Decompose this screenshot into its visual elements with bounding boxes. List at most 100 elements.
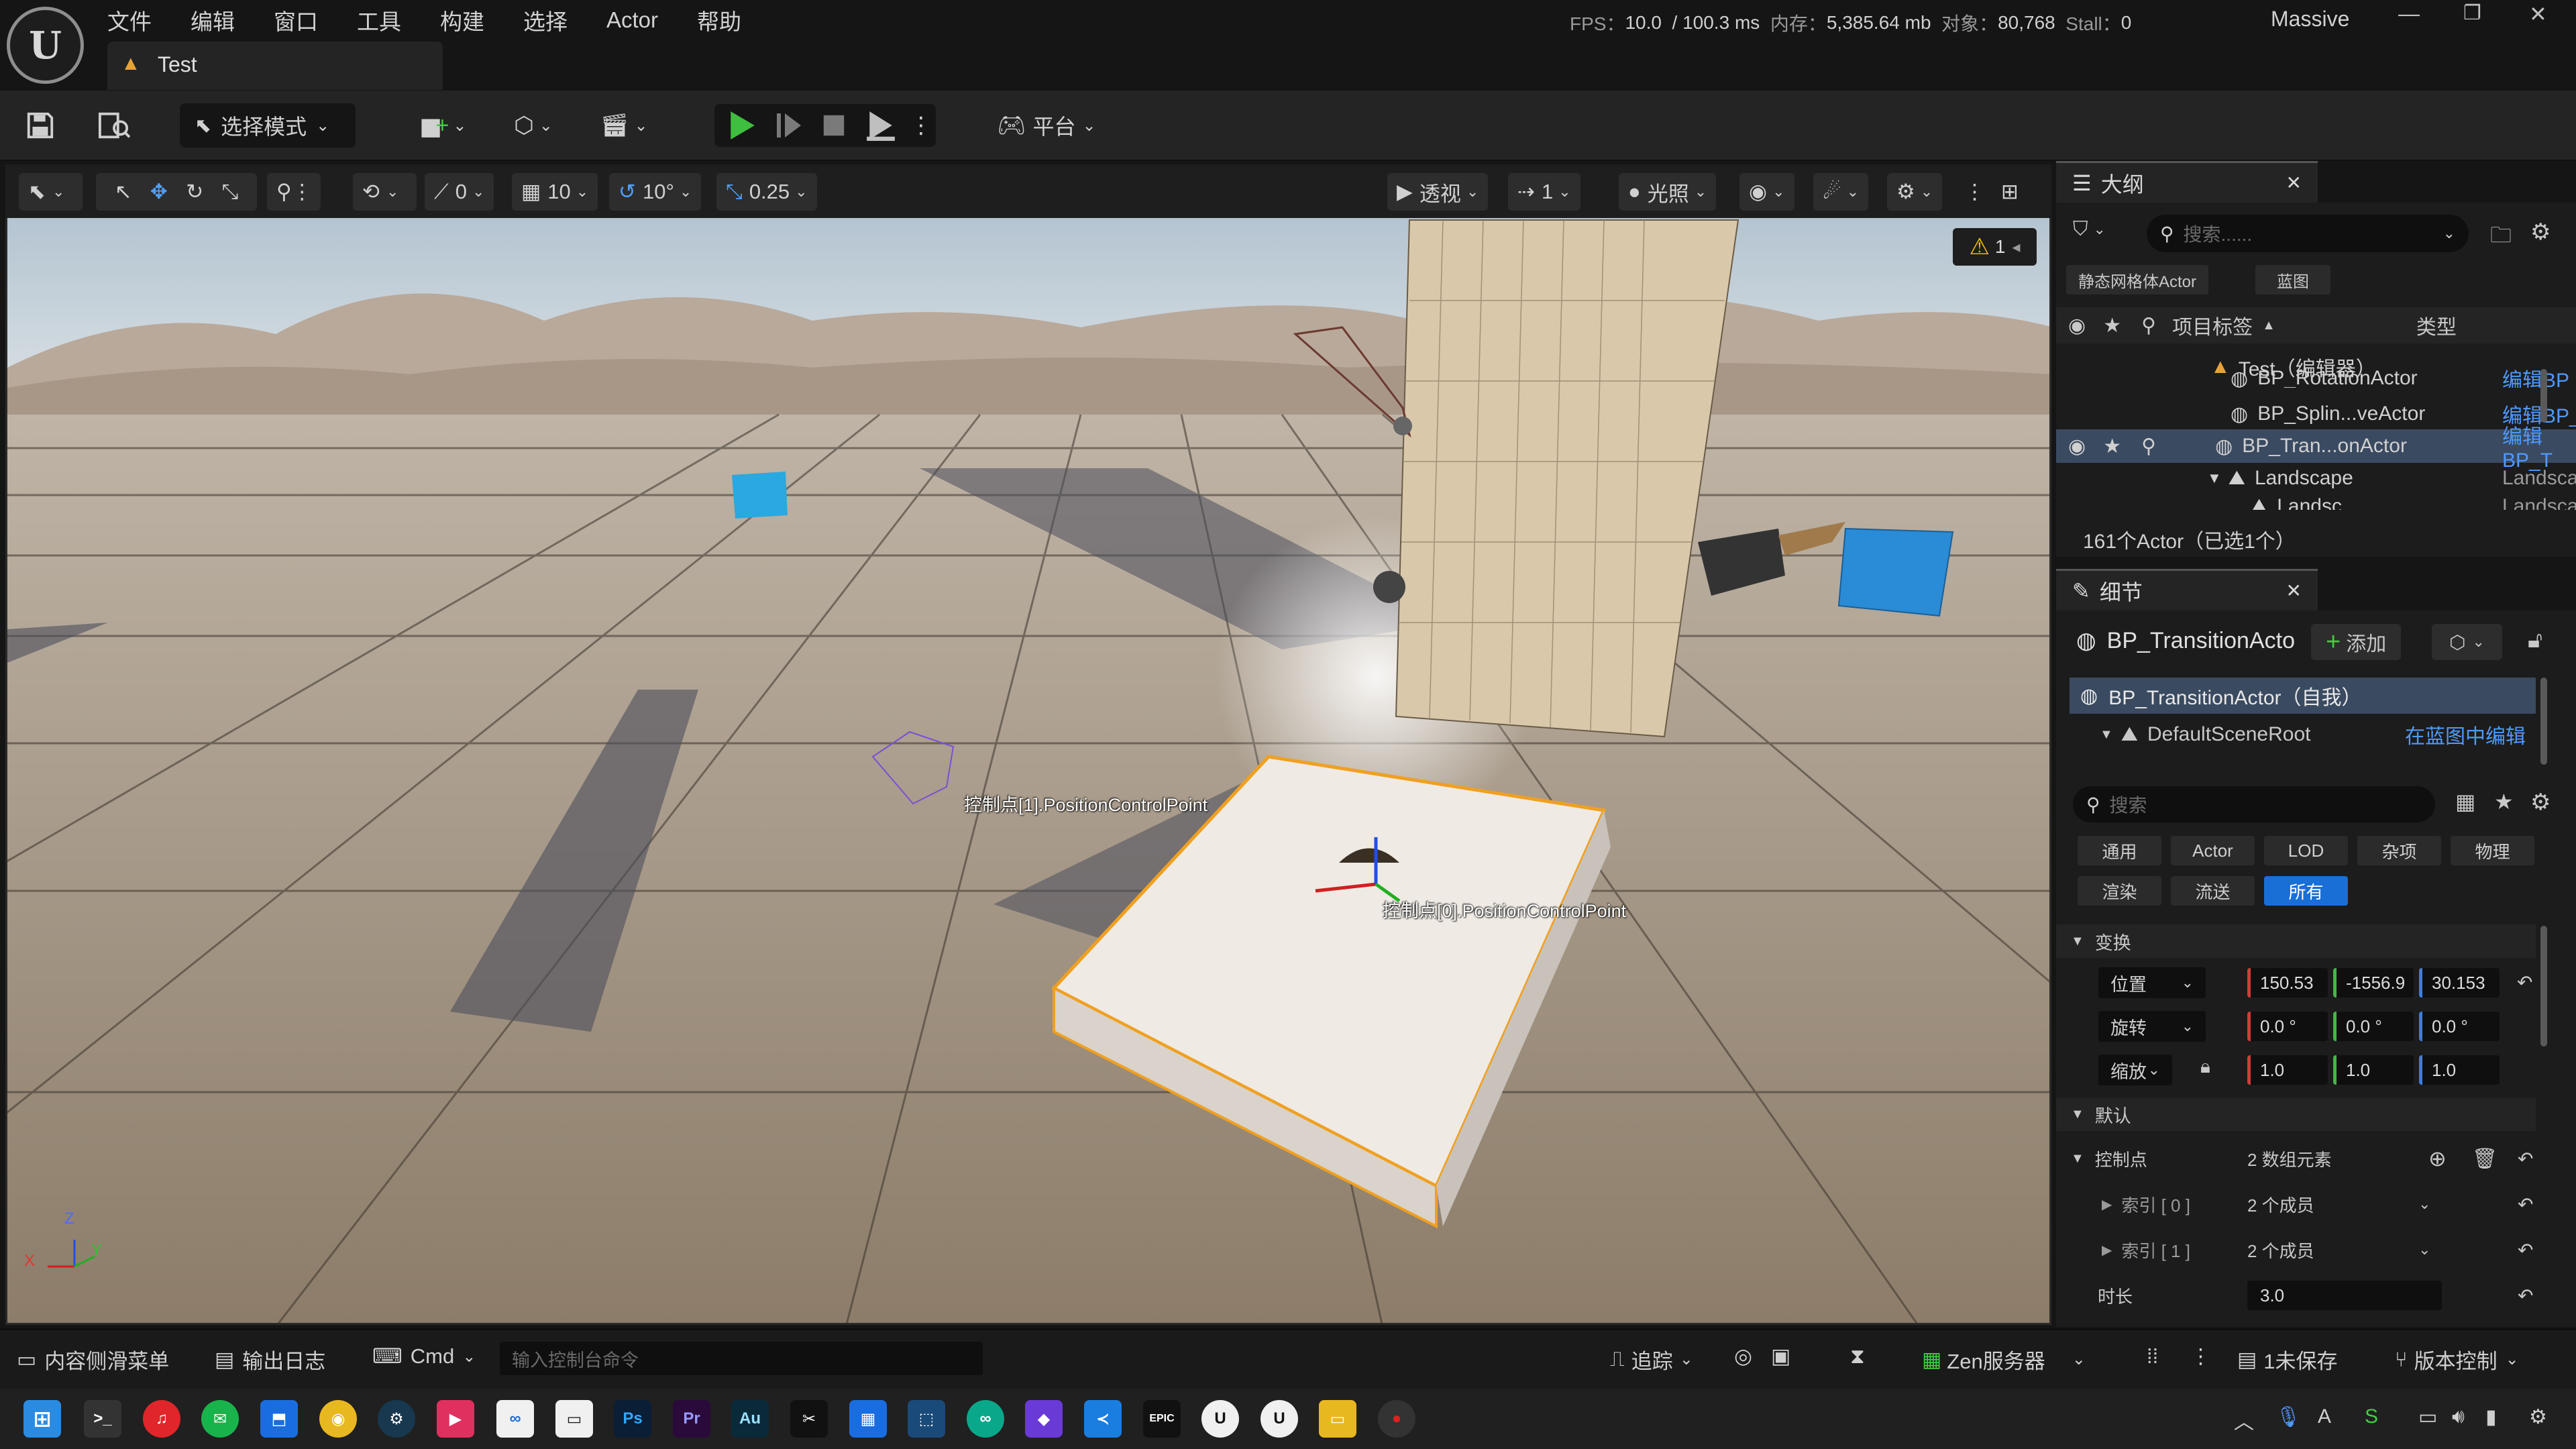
menu-build[interactable]: 构建 [440,4,484,36]
network-icon[interactable]: ▭ [2418,1405,2437,1429]
menu-help[interactable]: 帮助 [697,4,741,36]
category-physics[interactable]: 物理 [2451,836,2534,865]
performance-button[interactable]: ☄ ⌄ [1813,173,1869,211]
photoshop-icon[interactable]: Ps [614,1400,651,1438]
add-element-icon[interactable]: ⊕ [2428,1146,2447,1171]
scene-render[interactable] [7,166,2051,1325]
menu-select[interactable]: 选择 [523,4,568,36]
browse-icon[interactable] [91,104,138,147]
outliner-scrollbar[interactable] [2540,369,2547,423]
app-blue-icon[interactable]: ⬒ [260,1400,298,1438]
column-label-header[interactable]: 项目标签 [2172,311,2253,340]
table-view-icon[interactable]: ▦ [2455,789,2475,814]
rotation-y-field[interactable]: 0.0 ° [2333,1012,2414,1041]
unreal-logo-icon[interactable]: U [7,7,84,84]
close-icon[interactable]: ✕ [2286,580,2302,602]
output-log-button[interactable]: ▤ 输出日志 [215,1344,325,1375]
cmd-selector[interactable]: ⌨ Cmd ⌄ [372,1344,476,1368]
scale-z-field[interactable]: 1.0 [2419,1055,2500,1085]
gear-icon[interactable]: ⚙ [2530,219,2551,246]
pin-icon[interactable]: ⚲ [2141,435,2156,458]
capcut-icon[interactable]: ✂ [790,1400,828,1438]
lock-icon[interactable]: 🔓︎ [2528,627,2542,653]
more-icon[interactable]: ⋮ [292,180,313,204]
tray-chevron-up-icon[interactable]: ︿ [2234,1405,2254,1435]
outliner-row-rotation[interactable]: ◍ BP_RotationActor 编辑BP_R [2231,369,2576,388]
tray-app-icon[interactable]: S [2365,1405,2378,1428]
app-pink-icon[interactable]: ▶ [437,1400,474,1438]
eject-icon[interactable] [865,110,896,141]
advance-frame-icon[interactable] [775,110,802,141]
filter-chip-blueprint[interactable]: 蓝图 [2255,265,2330,294]
pin-column-icon[interactable]: ★ [2103,435,2121,458]
category-lod[interactable]: LOD [2264,836,2348,865]
source-icon[interactable]: ⁞⁞ [2147,1344,2158,1368]
collapse-icon[interactable]: ▶ [2102,1242,2112,1258]
visual-studio-icon[interactable]: ◆ [1025,1400,1063,1438]
rotation-x-field[interactable]: 0.0 ° [2247,1012,2328,1041]
add-component-button[interactable]: + 添加 [2311,624,2402,660]
collapse-icon[interactable]: ▶ [2102,1196,2112,1213]
audition-icon[interactable]: Au [731,1400,769,1438]
reset-icon[interactable]: ↶ [2518,1239,2533,1261]
netease-music-icon[interactable]: ♫ [143,1400,180,1438]
content-drawer-button[interactable]: ▭ 内容侧滑菜单 [17,1344,169,1375]
rotate-tool-icon[interactable]: ↻ [186,180,203,204]
location-z-field[interactable]: 30.153 [2419,968,2500,998]
outliner-tab[interactable]: ☰ 大纲 ✕ [2056,161,2318,203]
outliner-row-transition[interactable]: ◉ ★ ⚲ ◍ BP_Tran...onActor 编辑BP_T [2056,426,2576,472]
section-transform[interactable]: ▼ 变换 [2056,924,2536,958]
chrome-icon[interactable]: ◉ [319,1400,357,1438]
record-app-icon[interactable]: ● [1378,1400,1415,1438]
outliner-filter-button[interactable]: ⛉ ⌄ [2073,218,2106,241]
level-viewport[interactable]: 控制点[1].PositionControlPoint 控制点[0].Posit… [5,164,2051,1325]
lighting-mode-button[interactable]: ● 光照 ⌄ [1619,173,1717,211]
unreal-app-icon[interactable]: U [1201,1400,1239,1438]
more-icon[interactable]: ⋮ [910,112,932,139]
meta-icon[interactable]: ∞ [496,1400,534,1438]
view-mode-button[interactable]: ▶ 透视 ⌄ [1387,173,1489,211]
column-type-header[interactable]: 类型 [2416,311,2457,340]
menu-edit[interactable]: 编辑 [191,4,235,36]
map-app-icon[interactable]: ⬚ [908,1400,945,1438]
close-icon[interactable]: ✕ [2286,172,2302,194]
rotation-z-field[interactable]: 0.0 ° [2419,1012,2500,1041]
reset-icon[interactable]: ↶ [2518,1148,2533,1170]
save-icon[interactable] [20,104,60,147]
menu-window[interactable]: 窗口 [274,4,318,36]
location-x-field[interactable]: 150.53 [2247,968,2328,998]
show-flags-button[interactable]: ◉ ⌄ [1739,173,1794,211]
source-control-button[interactable]: ⑂ 版本控制 ⌄ [2395,1344,2519,1375]
category-misc[interactable]: 杂项 [2357,836,2441,865]
wechat-icon[interactable]: ✉ [201,1400,239,1438]
delete-icon[interactable]: 🗑︎ [2472,1147,2498,1171]
volume-icon[interactable]: 🔊︎ [2452,1405,2465,1428]
reset-icon[interactable]: ↶ [2518,1285,2533,1307]
outliner-row-landscape-child[interactable]: ⛰ Landsc... Landscap [2251,495,2576,510]
category-actor[interactable]: Actor [2171,836,2255,865]
microphone-icon[interactable]: 🎙︎ [2275,1405,2301,1429]
select-tool-icon[interactable]: ↖ [115,180,132,204]
move-tool-icon[interactable]: ✥ [150,180,168,204]
viewport-settings-button[interactable]: ⚙ ⌄ [1887,173,1943,211]
expand-icon[interactable]: ▼ [2207,470,2222,487]
rotation-snap-button[interactable]: ↺ 10° ⌄ [609,173,702,211]
menu-actor[interactable]: Actor [606,7,658,33]
scale-tool-icon[interactable]: ⤡ [221,180,238,205]
play-icon[interactable] [727,110,757,141]
component-root[interactable]: ▼ ⛰ DefaultSceneRoot 在蓝图中编辑 [2070,716,2536,753]
scale-mode-dropdown[interactable]: 缩放 ⌄ [2098,1055,2172,1085]
details-scrollbar[interactable] [2540,926,2547,1046]
favorite-icon[interactable]: ★ [2494,789,2514,814]
menu-file[interactable]: 文件 [107,4,152,36]
edit-in-blueprint-link[interactable]: 在蓝图中编辑 [2405,720,2526,749]
filter-chip-static-mesh[interactable]: 静态网格体Actor [2066,265,2209,294]
outliner-search-input[interactable]: ⚲ 搜索...... ⌄ [2147,215,2469,252]
stop-icon[interactable] [821,112,847,139]
reset-icon[interactable]: ↶ [2518,1193,2533,1216]
minimize-icon[interactable]: — [2398,1,2420,26]
link-app-icon[interactable]: ∞ [967,1400,1004,1438]
console-input[interactable]: 输入控制台命令 [500,1342,983,1375]
mode-selector[interactable]: ⬉ 选择模式 ⌄ [180,103,356,148]
surface-snap-icon[interactable]: ⚲ [276,180,292,204]
